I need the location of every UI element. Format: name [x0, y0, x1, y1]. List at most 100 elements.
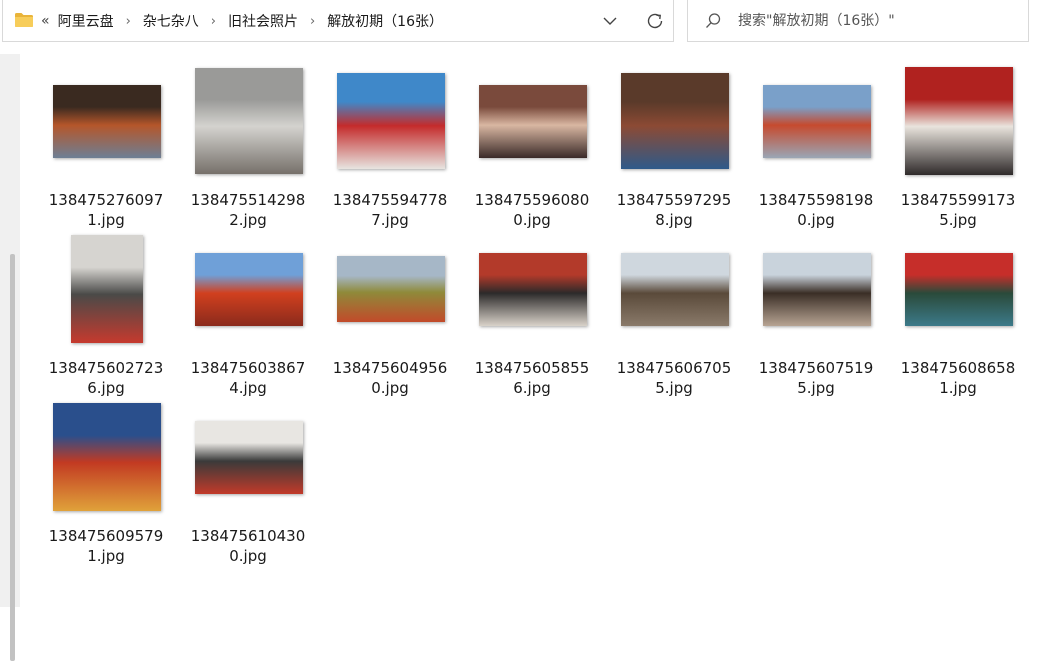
image-thumbnail [53, 403, 161, 511]
image-thumbnail [53, 84, 161, 158]
thumbnail-frame [194, 66, 304, 176]
file-name-line: 138475276097 [48, 191, 164, 209]
file-name: 138475607519 5.jpg [745, 358, 887, 398]
file-name: 138475603867 4.jpg [177, 358, 319, 398]
file-name: 138475598198 0.jpg [745, 190, 887, 230]
thumbnail-frame [52, 402, 162, 512]
image-thumbnail [621, 252, 729, 326]
file-item[interactable]: 138475607519 5.jpg [745, 230, 887, 397]
file-item[interactable]: 138475594778 7.jpg [319, 62, 461, 229]
file-name-extension: 5.jpg [939, 211, 977, 229]
file-name: 138475608658 1.jpg [887, 358, 1029, 398]
file-name: 138475605855 6.jpg [461, 358, 603, 398]
thumbnail-frame [904, 234, 1014, 344]
file-name: 138475609579 1.jpg [35, 526, 177, 566]
file-item[interactable]: 138475597295 8.jpg [603, 62, 745, 229]
breadcrumb-overflow-button[interactable]: « [41, 13, 50, 29]
breadcrumb-item[interactable]: 阿里云盘 [58, 11, 114, 31]
breadcrumb-item[interactable]: 旧社会照片 [228, 11, 298, 31]
file-name-extension: 0.jpg [797, 211, 835, 229]
chevron-down-icon[interactable] [602, 13, 618, 29]
file-list: 138475276097 1.jpg 138475514298 2.jpg 138475… [22, 54, 1039, 607]
file-item[interactable]: 138475596080 0.jpg [461, 62, 603, 229]
file-item[interactable]: 138475605855 6.jpg [461, 230, 603, 397]
file-item[interactable]: 138475609579 1.jpg [35, 398, 177, 565]
file-item[interactable]: 138475610430 0.jpg [177, 398, 319, 565]
file-name: 138475594778 7.jpg [319, 190, 461, 230]
file-name-extension: 0.jpg [229, 547, 267, 565]
search-box[interactable]: 搜索"解放初期（16张）" [687, 0, 1029, 42]
file-item[interactable]: 138475604956 0.jpg [319, 230, 461, 397]
image-thumbnail [905, 252, 1013, 326]
file-name: 138475606705 5.jpg [603, 358, 745, 398]
file-name-line: 138475598198 [758, 191, 874, 209]
image-thumbnail [905, 67, 1013, 175]
breadcrumb-separator-icon[interactable]: › [211, 14, 216, 29]
file-name-extension: 5.jpg [797, 379, 835, 397]
file-name-line: 138475605855 [474, 359, 590, 377]
thumbnail-frame [194, 234, 304, 344]
file-name-extension: 1.jpg [87, 211, 125, 229]
file-name: 138475604956 0.jpg [319, 358, 461, 398]
thumbnail-frame [194, 402, 304, 512]
file-name-line: 138475603867 [190, 359, 306, 377]
file-item[interactable]: 138475598198 0.jpg [745, 62, 887, 229]
file-item[interactable]: 138475603867 4.jpg [177, 230, 319, 397]
file-name-extension: 6.jpg [87, 379, 125, 397]
file-item[interactable]: 138475608658 1.jpg [887, 230, 1029, 397]
file-name-line: 138475602723 [48, 359, 164, 377]
thumbnail-frame [336, 234, 446, 344]
file-name-line: 138475610430 [190, 527, 306, 545]
file-name: 138475597295 8.jpg [603, 190, 745, 230]
breadcrumb-separator-icon[interactable]: › [310, 14, 315, 29]
file-name-extension: 1.jpg [87, 547, 125, 565]
thumbnail-frame [478, 234, 588, 344]
file-name: 138475276097 1.jpg [35, 190, 177, 230]
file-name-extension: 8.jpg [655, 211, 693, 229]
file-name-line: 138475594778 [332, 191, 448, 209]
search-icon [706, 13, 721, 28]
folder-icon [15, 13, 33, 27]
breadcrumb: « 阿里云盘 › 杂七杂八 › 旧社会照片 › 解放初期（16张） [41, 0, 443, 42]
refresh-icon[interactable] [644, 10, 666, 32]
file-name-extension: 5.jpg [655, 379, 693, 397]
breadcrumb-item-current[interactable]: 解放初期（16张） [327, 11, 443, 31]
file-name-extension: 4.jpg [229, 379, 267, 397]
file-name-line: 138475604956 [332, 359, 448, 377]
navigation-pane-edge [0, 54, 20, 661]
file-name-extension: 7.jpg [371, 211, 409, 229]
file-name: 138475602723 6.jpg [35, 358, 177, 398]
file-name-line: 138475608658 [900, 359, 1016, 377]
thumbnail-frame [52, 66, 162, 176]
scrollbar-thumb[interactable] [10, 254, 15, 661]
file-name-line: 138475597295 [616, 191, 732, 209]
file-item[interactable]: 138475599173 5.jpg [887, 62, 1029, 229]
file-item[interactable]: 138475606705 5.jpg [603, 230, 745, 397]
file-name: 138475514298 2.jpg [177, 190, 319, 230]
breadcrumb-item[interactable]: 杂七杂八 [143, 11, 199, 31]
image-thumbnail [621, 73, 729, 169]
address-bar[interactable]: « 阿里云盘 › 杂七杂八 › 旧社会照片 › 解放初期（16张） [2, 0, 674, 42]
thumbnail-frame [620, 234, 730, 344]
search-input[interactable]: 搜索"解放初期（16张）" [738, 0, 895, 42]
image-thumbnail [479, 84, 587, 158]
file-item[interactable]: 138475602723 6.jpg [35, 230, 177, 397]
file-name-line: 138475599173 [900, 191, 1016, 209]
file-item[interactable]: 138475276097 1.jpg [35, 62, 177, 229]
file-name-extension: 0.jpg [513, 211, 551, 229]
thumbnail-frame [478, 66, 588, 176]
thumbnail-frame [904, 66, 1014, 176]
file-name-extension: 0.jpg [371, 379, 409, 397]
file-name: 138475596080 0.jpg [461, 190, 603, 230]
file-name-line: 138475606705 [616, 359, 732, 377]
file-name-extension: 2.jpg [229, 211, 267, 229]
breadcrumb-separator-icon[interactable]: › [126, 14, 131, 29]
file-name: 138475599173 5.jpg [887, 190, 1029, 230]
file-item[interactable]: 138475514298 2.jpg [177, 62, 319, 229]
address-toolbar: « 阿里云盘 › 杂七杂八 › 旧社会照片 › 解放初期（16张） 搜索"解放初… [0, 0, 1039, 46]
thumbnail-frame [336, 66, 446, 176]
file-name-line: 138475609579 [48, 527, 164, 545]
image-thumbnail [337, 256, 445, 322]
file-name-line: 138475607519 [758, 359, 874, 377]
thumbnail-frame [52, 234, 162, 344]
